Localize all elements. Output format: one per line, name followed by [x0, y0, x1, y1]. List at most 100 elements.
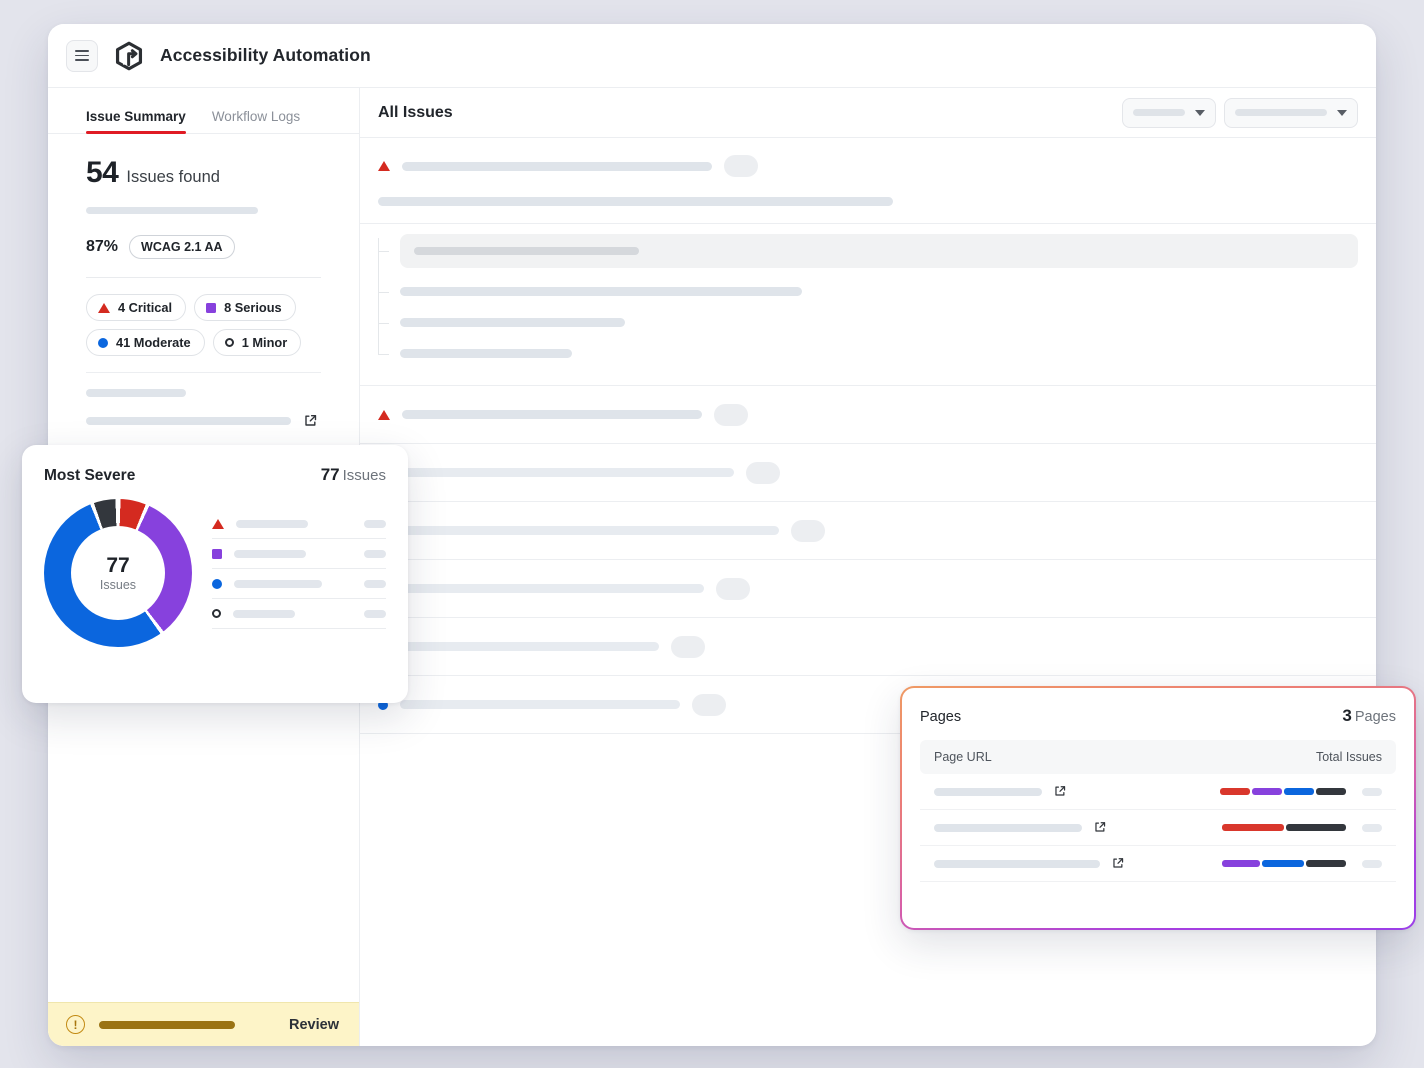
- screen: Accessibility Automation Issue Summary W…: [0, 0, 1424, 1068]
- external-link-icon[interactable]: [303, 413, 318, 428]
- total-issues-value: [1362, 788, 1382, 796]
- skeleton-pill: [724, 155, 758, 177]
- issue-row-subtitle: [378, 197, 1358, 206]
- table-row[interactable]: [360, 560, 1376, 618]
- legend-item-critical[interactable]: [212, 509, 386, 539]
- tree-item[interactable]: [400, 276, 1358, 307]
- bar-segment-serious: [1222, 860, 1260, 867]
- external-link-icon[interactable]: [1053, 784, 1068, 799]
- skeleton-bar: [234, 580, 322, 588]
- legend-value: [364, 520, 386, 528]
- table-row[interactable]: [920, 774, 1396, 810]
- tree-item-highlighted[interactable]: [400, 234, 1358, 268]
- sidebar-link-row[interactable]: [86, 413, 321, 428]
- review-button[interactable]: Review: [289, 1017, 339, 1033]
- table-row[interactable]: [360, 138, 1376, 224]
- tree-item[interactable]: [400, 338, 1358, 369]
- legend-item-minor[interactable]: [212, 599, 386, 629]
- issue-row-main: [378, 155, 1358, 177]
- skeleton-bar: [1133, 109, 1185, 116]
- skeleton-bar: [400, 349, 572, 358]
- tab-workflow-logs[interactable]: Workflow Logs: [212, 109, 300, 133]
- triangle-icon: [378, 161, 390, 171]
- table-row[interactable]: [360, 502, 1376, 560]
- skeleton-bar: [99, 1021, 235, 1029]
- sidebar-tabs: Issue Summary Workflow Logs: [48, 88, 359, 134]
- donut-center-value: 77: [106, 554, 129, 577]
- total-issues-value: [1362, 860, 1382, 868]
- severity-badge-serious[interactable]: 8 Serious: [194, 294, 296, 321]
- skeleton-bar: [404, 642, 659, 651]
- compliance-row: 87% WCAG 2.1 AA: [86, 235, 321, 259]
- issue-distribution-bar: [1222, 824, 1348, 831]
- triangle-icon: [378, 410, 390, 420]
- issue-distribution-bar: [1222, 860, 1348, 867]
- donut-legend: [212, 499, 386, 647]
- hamburger-icon[interactable]: [66, 40, 98, 72]
- tree-item[interactable]: [400, 307, 1358, 338]
- circle-icon: [212, 579, 222, 589]
- legend-value: [364, 550, 386, 558]
- bar-segment-minor: [1286, 824, 1346, 831]
- divider: [86, 372, 321, 373]
- skeleton-bar: [86, 417, 291, 425]
- skeleton-bar: [934, 788, 1042, 796]
- bar-segment-moderate: [1262, 860, 1304, 867]
- skeleton-bar: [378, 197, 893, 206]
- review-banner: ! Review: [48, 1002, 359, 1046]
- external-link-icon[interactable]: [1093, 820, 1108, 835]
- legend-item-serious[interactable]: [212, 539, 386, 569]
- severity-badge-minor[interactable]: 1 Minor: [213, 329, 302, 356]
- external-link-icon[interactable]: [1111, 856, 1126, 871]
- skeleton-pill: [692, 694, 726, 716]
- page-url-cell[interactable]: [934, 856, 1126, 871]
- tree: [378, 234, 1358, 369]
- circle-icon: [98, 338, 108, 348]
- divider: [86, 277, 321, 278]
- main-header: All Issues: [360, 88, 1376, 138]
- severity-badge-moderate[interactable]: 41 Moderate: [86, 329, 205, 356]
- bar-segment-minor: [1316, 788, 1346, 795]
- filter-dropdown-2[interactable]: [1224, 98, 1358, 128]
- skeleton-bar: [934, 860, 1100, 868]
- table-row[interactable]: [360, 386, 1376, 444]
- table-row[interactable]: [360, 618, 1376, 676]
- issues-found-label: Issues found: [126, 168, 220, 187]
- card-issue-count-label: Issues: [343, 467, 386, 484]
- severity-label: 41 Moderate: [116, 335, 191, 350]
- skeleton-bar: [414, 247, 639, 255]
- pages-card-inner: Pages 3Pages Page URL Total Issues: [902, 688, 1414, 928]
- skeleton-bar: [400, 318, 625, 327]
- issue-distribution-bar: [1220, 788, 1348, 795]
- skeleton-bar: [404, 468, 734, 477]
- pages-count-value: 3: [1342, 706, 1351, 725]
- skeleton-bar: [234, 550, 306, 558]
- filter-dropdown-1[interactable]: [1122, 98, 1216, 128]
- issue-detail-tree: [360, 224, 1376, 386]
- skeleton-bar: [86, 389, 186, 397]
- tab-issue-summary[interactable]: Issue Summary: [86, 109, 186, 133]
- page-url-cell[interactable]: [934, 784, 1068, 799]
- pages-card-title: Pages: [920, 709, 961, 725]
- donut-chart: 77 Issues: [44, 499, 192, 647]
- pages-count: 3Pages: [1342, 706, 1396, 726]
- table-row[interactable]: [360, 444, 1376, 502]
- app-title: Accessibility Automation: [160, 45, 371, 66]
- sidebar-content: 54 Issues found 87% WCAG 2.1 AA 4 Critic…: [48, 134, 359, 428]
- legend-item-moderate[interactable]: [212, 569, 386, 599]
- skeleton-bar: [86, 207, 258, 214]
- bar-segment-moderate: [1284, 788, 1314, 795]
- bar-segment-serious: [1252, 788, 1282, 795]
- pages-table: Page URL Total Issues: [920, 740, 1396, 882]
- page-url-cell[interactable]: [934, 820, 1108, 835]
- skeleton-pill: [791, 520, 825, 542]
- severity-badge-critical[interactable]: 4 Critical: [86, 294, 186, 321]
- chevron-down-icon: [1195, 110, 1205, 116]
- card-body: 77 Issues: [44, 499, 386, 647]
- pages-count-label: Pages: [1355, 709, 1396, 725]
- skeleton-pill: [746, 462, 780, 484]
- legend-value: [364, 610, 386, 618]
- severity-badges: 4 Critical 8 Serious 41 Moderate 1: [86, 294, 318, 356]
- table-row[interactable]: [920, 846, 1396, 882]
- table-row[interactable]: [920, 810, 1396, 846]
